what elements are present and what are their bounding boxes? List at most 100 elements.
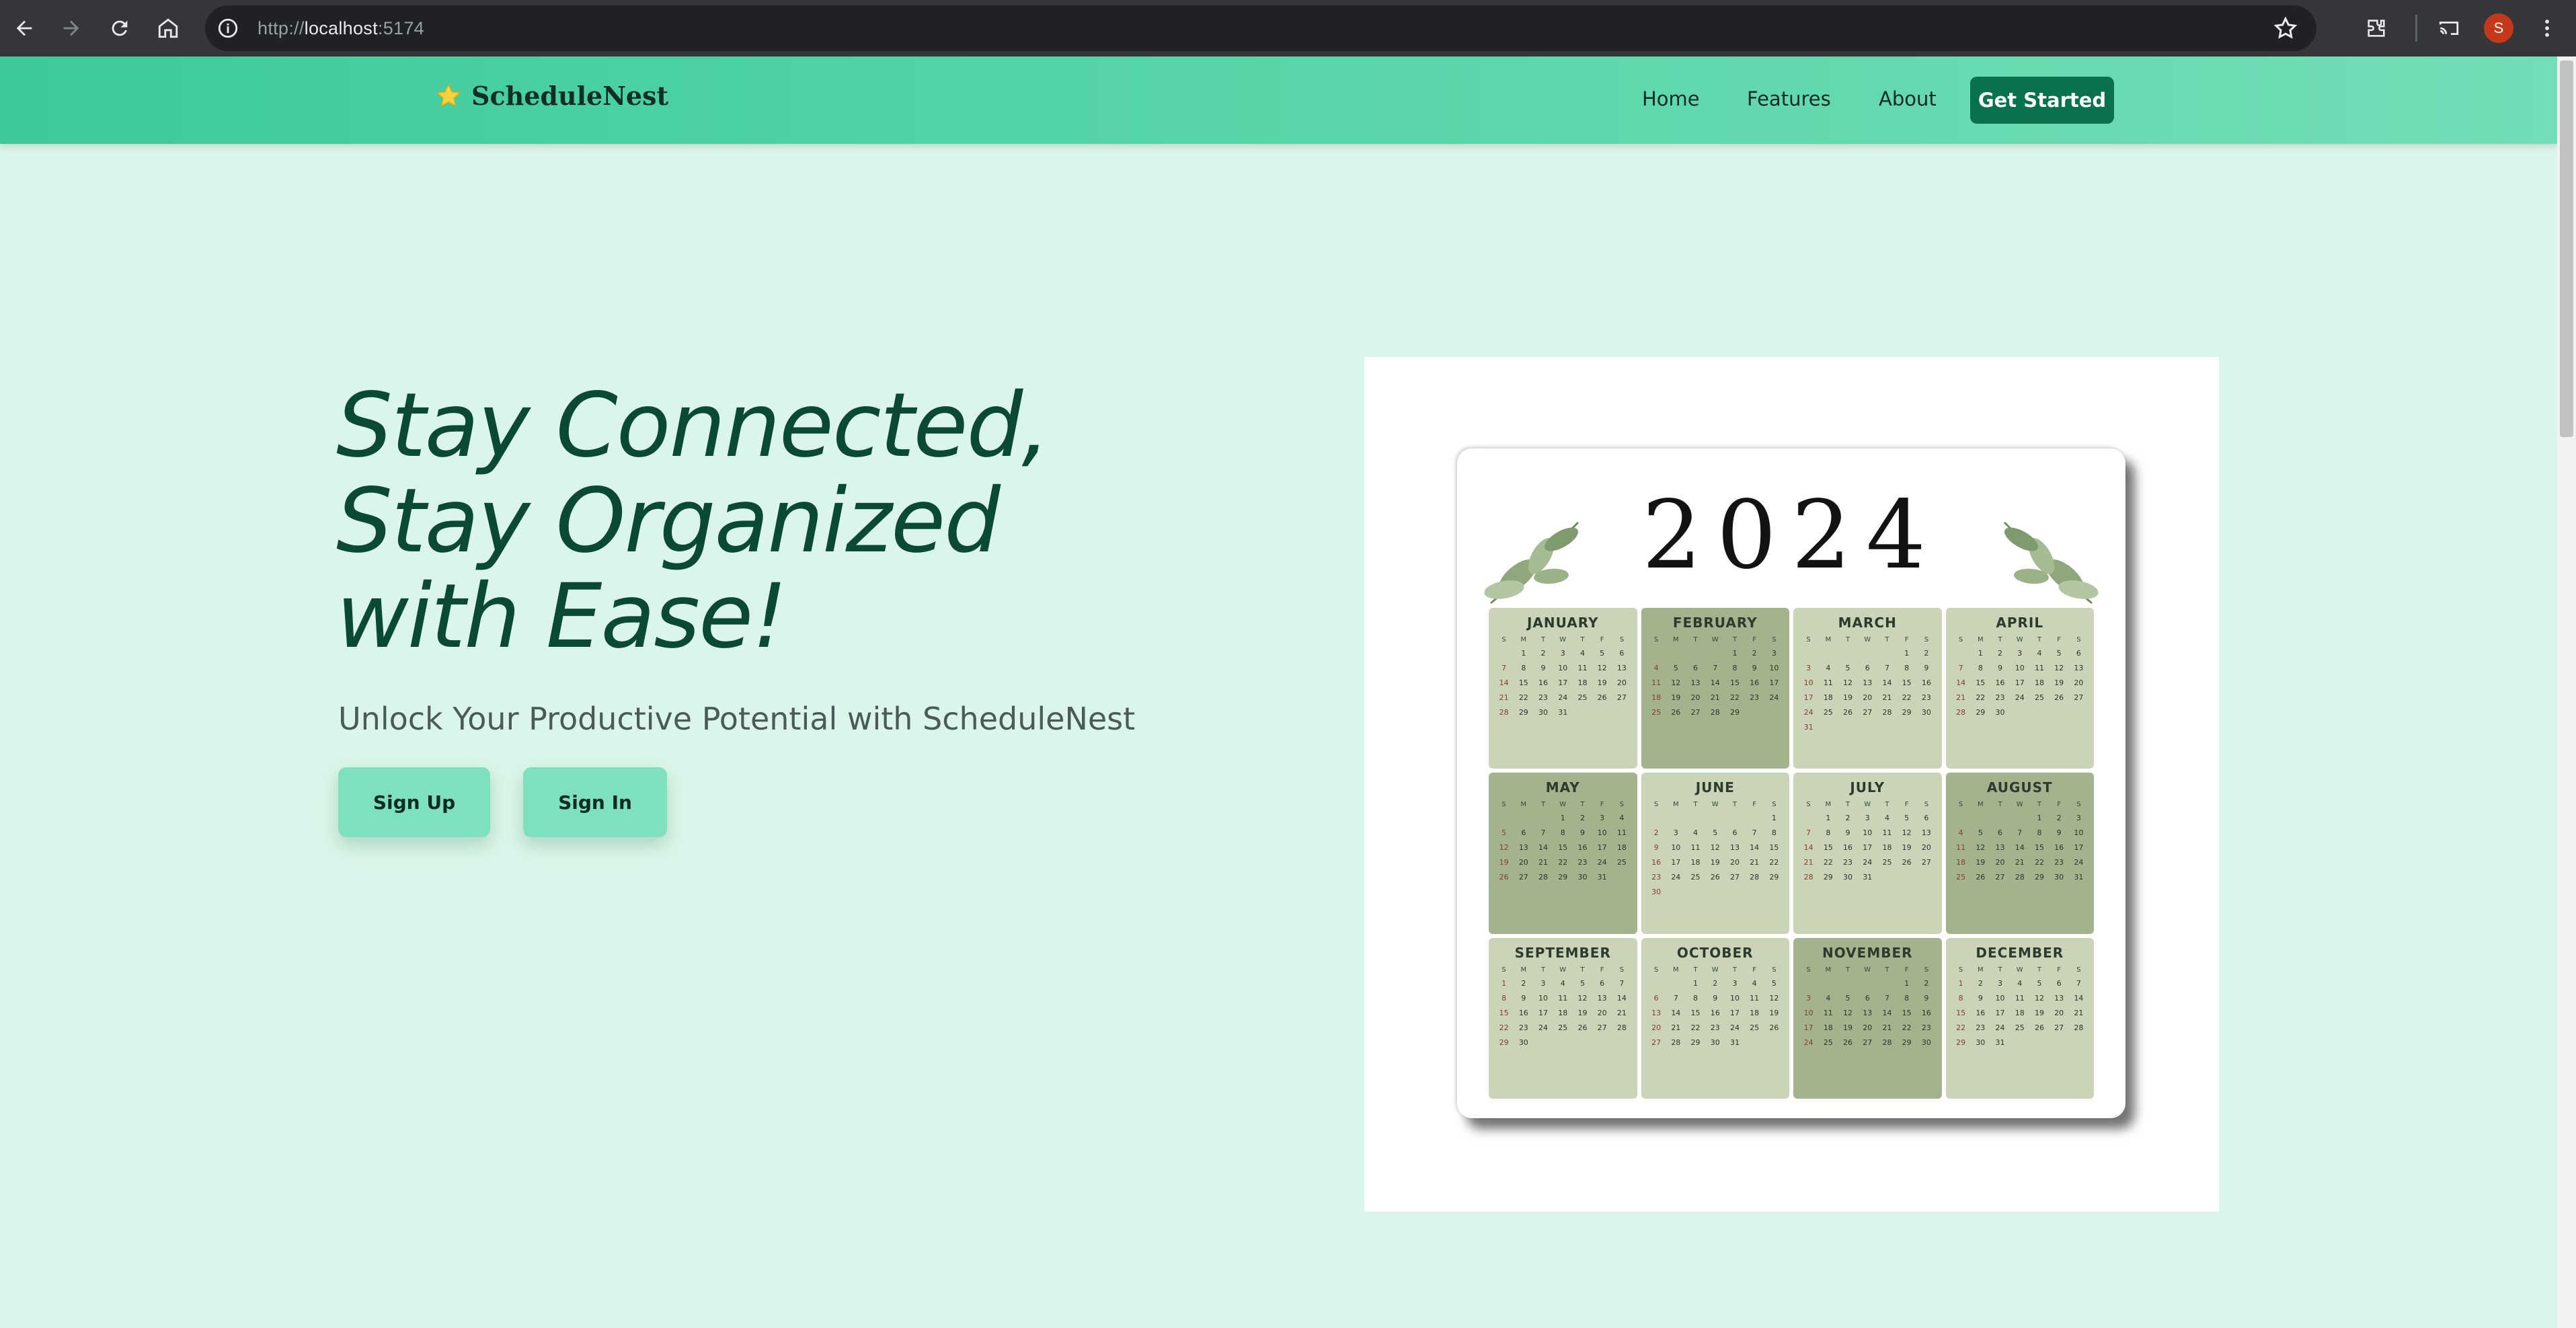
empty-day bbox=[1799, 814, 1818, 822]
weekday-label: T bbox=[1732, 966, 1737, 974]
address-bar[interactable]: http://localhost:5174 bbox=[205, 5, 2316, 51]
month-block: AUGUST S M T W T F S 1 2 3 4 5 6 7 8 9 10 11 12 13 14 15 16 17 18… bbox=[1945, 773, 2094, 934]
nav-link-features[interactable]: Features bbox=[1747, 87, 1831, 110]
empty-day bbox=[1647, 814, 1666, 822]
day-number: 14 bbox=[1616, 993, 1627, 1003]
nav-link-home[interactable]: Home bbox=[1642, 87, 1700, 110]
day-number: 13 bbox=[1921, 828, 1931, 838]
day-number: 22 bbox=[1823, 858, 1833, 867]
weekday-label: T bbox=[2037, 636, 2041, 643]
day-number: 16 bbox=[1651, 858, 1662, 867]
day-number: 19 bbox=[1843, 1023, 1853, 1032]
day-number: 17 bbox=[1597, 843, 1607, 853]
day-number: 17 bbox=[1729, 1008, 1740, 1017]
day-number: 24 bbox=[1729, 1023, 1740, 1032]
weekday-label: M bbox=[1977, 636, 1984, 643]
day-number: 14 bbox=[2074, 993, 2084, 1003]
day-number: 28 bbox=[1616, 1023, 1627, 1032]
day-number: 21 bbox=[1710, 693, 1720, 702]
bookmark-star-icon[interactable] bbox=[2272, 15, 2299, 42]
day-number: 30 bbox=[1538, 708, 1549, 717]
weekday-label: S bbox=[2076, 966, 2081, 974]
day-number: 21 bbox=[1803, 858, 1813, 867]
weekday-label: M bbox=[1520, 966, 1527, 974]
day-number: 10 bbox=[1729, 993, 1740, 1003]
day-number: 6 bbox=[1600, 978, 1605, 988]
day-number: 26 bbox=[1843, 1038, 1853, 1047]
day-number: 22 bbox=[1690, 1023, 1701, 1032]
headline-line: with Ease! bbox=[336, 565, 787, 668]
month-block: JANUARY S M T W T F S 1 2 3 4 5 6 7 8 9 10 11 12 13 14 15 16 17 1… bbox=[1489, 608, 1637, 769]
cast-button[interactable] bbox=[2430, 9, 2468, 47]
site-info-icon[interactable] bbox=[214, 15, 241, 42]
empty-day bbox=[1494, 814, 1514, 822]
day-number: 14 bbox=[1499, 678, 1509, 687]
profile-avatar[interactable]: S bbox=[2484, 13, 2513, 43]
sign-up-button[interactable]: Sign Up bbox=[338, 767, 490, 837]
day-number: 31 bbox=[2074, 873, 2084, 882]
month-name: NOVEMBER bbox=[1822, 944, 1913, 961]
day-number: 20 bbox=[1729, 858, 1740, 867]
day-number: 27 bbox=[1518, 873, 1528, 882]
day-number: 11 bbox=[1577, 664, 1588, 672]
day-number: 1 bbox=[2037, 814, 2042, 823]
weekday-label: T bbox=[1732, 801, 1737, 809]
weekday-label: M bbox=[1825, 966, 1832, 974]
day-number: 25 bbox=[1823, 1038, 1833, 1047]
scrollbar-thumb[interactable] bbox=[2560, 61, 2573, 437]
extensions-button[interactable] bbox=[2357, 9, 2395, 47]
forward-button[interactable] bbox=[52, 9, 90, 47]
get-started-button[interactable]: Get Started bbox=[1970, 77, 2114, 124]
day-number: 3 bbox=[1806, 664, 1811, 672]
sign-in-button[interactable]: Sign In bbox=[523, 767, 667, 837]
page-scrollbar[interactable] bbox=[2557, 56, 2576, 1328]
weekday-label: S bbox=[1619, 636, 1625, 643]
day-number: 15 bbox=[1729, 678, 1740, 687]
day-number: 25 bbox=[1690, 873, 1701, 882]
day-number: 8 bbox=[1521, 664, 1526, 672]
day-number: 10 bbox=[1538, 993, 1549, 1003]
day-number: 13 bbox=[1863, 1008, 1873, 1017]
day-number: 23 bbox=[1921, 1023, 1931, 1032]
calendar-year: 2024 bbox=[1641, 481, 1941, 590]
reload-button[interactable] bbox=[101, 9, 139, 47]
home-button[interactable] bbox=[149, 9, 187, 47]
day-number: 27 bbox=[1729, 873, 1740, 882]
empty-day bbox=[1799, 979, 1818, 988]
day-number: 4 bbox=[1884, 814, 1889, 823]
weekday-label: T bbox=[1580, 966, 1585, 974]
day-number: 15 bbox=[2034, 843, 2044, 853]
nav-link-about[interactable]: About bbox=[1879, 87, 1937, 110]
weekday-label: T bbox=[1693, 636, 1698, 643]
weekday-label: T bbox=[1845, 636, 1850, 643]
weekday-label: S bbox=[1806, 636, 1811, 643]
day-grid: 1 2 3 4 5 6 7 8 9 10 11 12 13 14 15 16 17 18 19 20 21 22 23 24 2… bbox=[1951, 649, 2089, 717]
weekday-header: SMTWTFS bbox=[1799, 801, 1937, 808]
day-number: 10 bbox=[2015, 664, 2025, 672]
month-name: AUGUST bbox=[1986, 779, 2053, 796]
browser-menu-button[interactable] bbox=[2528, 9, 2566, 47]
day-number: 20 bbox=[1518, 858, 1528, 867]
day-number: 14 bbox=[1882, 678, 1892, 687]
day-number: 10 bbox=[1769, 664, 1779, 672]
hero-subline: Unlock Your Productive Potential with Sc… bbox=[338, 701, 1136, 737]
day-number: 3 bbox=[1732, 978, 1738, 988]
day-number: 16 bbox=[1976, 1008, 1986, 1017]
day-number: 16 bbox=[1750, 678, 1760, 687]
browser-toolbar: http://localhost:5174 S bbox=[0, 0, 2576, 56]
day-number: 20 bbox=[1921, 843, 1931, 853]
day-number: 17 bbox=[1538, 1008, 1549, 1017]
weekday-label: S bbox=[1653, 966, 1659, 974]
day-grid: 1 2 3 4 5 6 7 8 9 10 11 12 13 14 15 16 17 18 19 20 21 22 23 24 2… bbox=[1799, 979, 1937, 1047]
weekday-label: T bbox=[1885, 636, 1889, 643]
day-number: 7 bbox=[1884, 993, 1889, 1003]
day-number: 19 bbox=[1843, 693, 1853, 702]
day-number: 15 bbox=[1976, 678, 1986, 687]
day-number: 4 bbox=[1752, 978, 1757, 988]
weekday-label: W bbox=[2016, 636, 2023, 643]
weekday-label: T bbox=[1540, 636, 1546, 643]
weekday-label: T bbox=[1540, 966, 1546, 974]
back-button[interactable] bbox=[5, 9, 43, 47]
day-number: 13 bbox=[1995, 843, 2005, 853]
brand-logo[interactable]: ScheduleNest bbox=[434, 81, 668, 111]
